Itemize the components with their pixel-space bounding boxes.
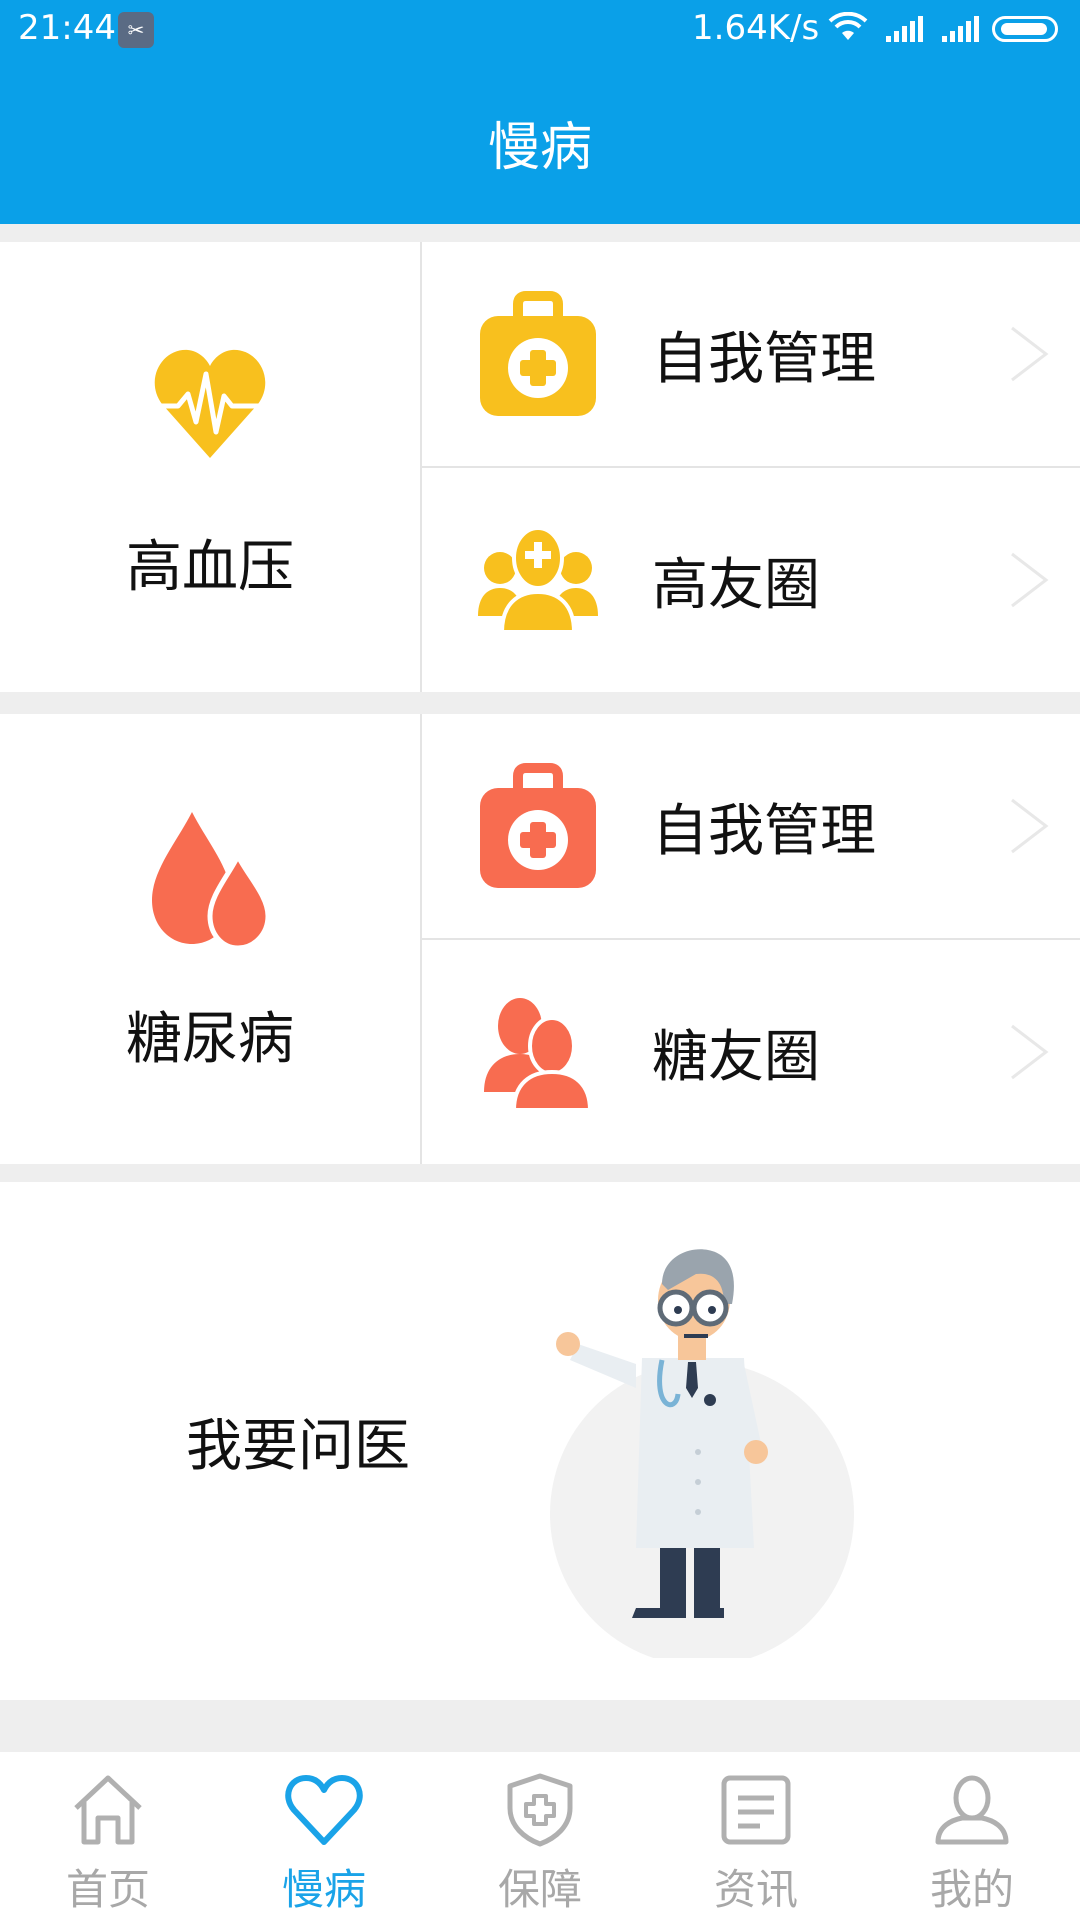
tab-home[interactable]: 首页 bbox=[0, 1752, 216, 1920]
doctor-illustration bbox=[550, 1249, 854, 1658]
people-icon bbox=[484, 998, 593, 1112]
diabetes-card: 糖尿病 自我管理 糖友圈 bbox=[0, 714, 1080, 1164]
notification-icon: ✂ bbox=[118, 12, 154, 48]
wifi-icon bbox=[828, 12, 868, 40]
tab-insurance[interactable]: 保障 bbox=[432, 1752, 648, 1920]
diabetes-category[interactable]: 糖尿病 bbox=[0, 714, 422, 1164]
news-icon bbox=[721, 1775, 791, 1845]
diabetes-circle-label: 糖友圈 bbox=[652, 1024, 820, 1090]
status-time: 21:44 bbox=[18, 8, 116, 48]
shield-icon bbox=[507, 1773, 573, 1847]
tab-news[interactable]: 资讯 bbox=[648, 1752, 864, 1920]
heartbeat-icon bbox=[150, 349, 270, 458]
chevron-right-icon bbox=[1011, 1024, 1049, 1080]
blood-drop-icon bbox=[152, 812, 271, 950]
profile-icon bbox=[935, 1775, 1009, 1845]
network-speed: 1.64K/s bbox=[692, 8, 820, 48]
diabetes-circle-row[interactable]: 糖友圈 bbox=[422, 940, 1080, 1164]
hypertension-circle-label: 高友圈 bbox=[652, 552, 820, 618]
tab-profile[interactable]: 我的 bbox=[864, 1752, 1080, 1920]
status-bar: 21:44 ✂ 1.64K/s bbox=[0, 0, 1080, 60]
medical-kit-icon bbox=[480, 763, 596, 888]
signal-icon bbox=[942, 16, 979, 42]
home-icon bbox=[74, 1775, 142, 1845]
hypertension-self-management-row[interactable]: 自我管理 bbox=[422, 242, 1080, 468]
battery-icon bbox=[992, 16, 1058, 42]
hypertension-category[interactable]: 高血压 bbox=[0, 242, 422, 692]
medical-kit-icon bbox=[480, 291, 596, 416]
signal-icon bbox=[886, 16, 923, 42]
diabetes-label: 糖尿病 bbox=[126, 1007, 294, 1072]
ask-doctor-label: 我要问医 bbox=[186, 1413, 410, 1479]
diabetes-self-management-row[interactable]: 自我管理 bbox=[422, 714, 1080, 940]
tab-insurance-label: 保障 bbox=[497, 1865, 582, 1914]
bottom-tab-bar: 首页 慢病 保障 资讯 我的 bbox=[0, 1752, 1080, 1920]
community-icon bbox=[478, 526, 598, 634]
chevron-right-icon bbox=[1011, 798, 1049, 854]
tab-news-label: 资讯 bbox=[713, 1865, 798, 1914]
diabetes-self-management-label: 自我管理 bbox=[652, 798, 876, 864]
chevron-right-icon bbox=[1011, 552, 1049, 608]
hypertension-label: 高血压 bbox=[126, 535, 294, 600]
hypertension-circle-row[interactable]: 高友圈 bbox=[422, 468, 1080, 692]
ask-doctor-card[interactable]: 我要问医 bbox=[0, 1182, 1080, 1700]
chevron-right-icon bbox=[1011, 326, 1049, 382]
page-title: 慢病 bbox=[487, 117, 592, 178]
hypertension-self-management-label: 自我管理 bbox=[652, 326, 876, 392]
tab-chronic[interactable]: 慢病 bbox=[216, 1752, 432, 1920]
tab-home-label: 首页 bbox=[65, 1865, 150, 1914]
heart-icon bbox=[285, 1775, 363, 1845]
hypertension-card: 高血压 自我管理 高友圈 bbox=[0, 242, 1080, 692]
tab-chronic-label: 慢病 bbox=[281, 1865, 366, 1914]
page-header: 慢病 bbox=[0, 60, 1080, 224]
tab-profile-label: 我的 bbox=[929, 1865, 1014, 1914]
